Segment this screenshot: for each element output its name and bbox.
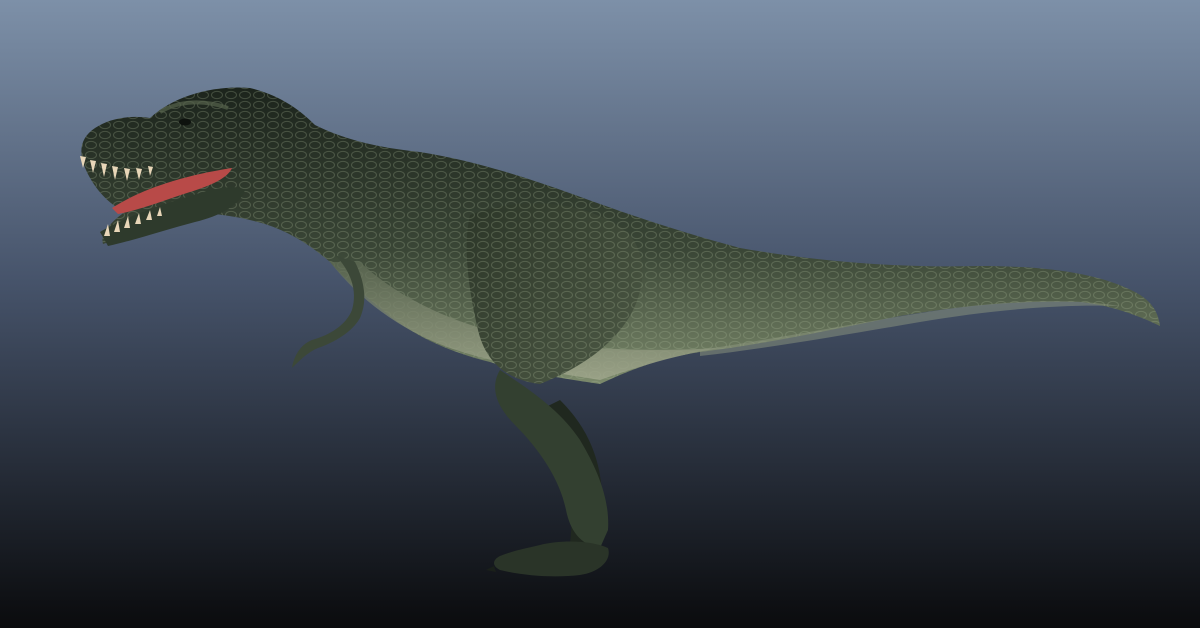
- dinosaur-render: [0, 0, 1200, 628]
- eye: [179, 118, 191, 126]
- render-viewport: [0, 0, 1200, 628]
